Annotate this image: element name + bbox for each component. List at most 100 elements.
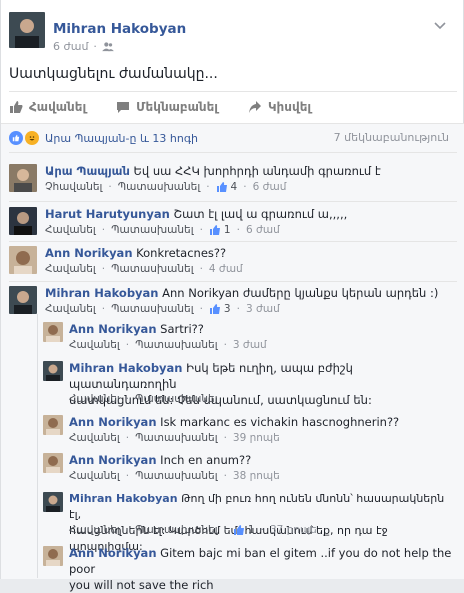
comment-like-link[interactable]: Հավանել: [45, 263, 96, 275]
comment-reply-link[interactable]: Պատասխանել: [111, 224, 193, 236]
avatar[interactable]: [43, 453, 63, 473]
comment-label: Մեկնաբանել: [136, 100, 218, 114]
comment-author[interactable]: Mihran Hakobyan: [69, 361, 183, 375]
divider: [9, 201, 457, 202]
comment-author[interactable]: Ann Norikyan: [45, 246, 133, 260]
dot-separator: ·: [93, 40, 97, 53]
avatar[interactable]: [43, 546, 63, 566]
reactions-summary[interactable]: Արա Պապյան-ը և 13 հոգի 7 մեկնաբանություն: [9, 131, 457, 145]
comment-time[interactable]: 3 ժամ: [246, 303, 280, 315]
comment-like-link[interactable]: Հավանել: [69, 524, 120, 536]
dot-separator: ·: [125, 339, 130, 351]
avatar[interactable]: [9, 164, 37, 192]
comment-like-link[interactable]: Հավանել: [69, 393, 120, 405]
comments-section: Արա Պապյան-ը և 13 հոգի 7 մեկնաբանություն…: [1, 123, 464, 592]
comment-like-link[interactable]: Հավանել: [45, 303, 96, 315]
reply-item: Ann Norikyan Sartri?? Հավանել · Պատասխան…: [43, 320, 457, 354]
comment-time[interactable]: 6 ժամ: [253, 181, 287, 193]
like-count-value: 4: [230, 181, 238, 193]
comment-reply-link[interactable]: Պատասխանել: [118, 181, 200, 193]
reply-item: Ann Norikyan Isk markanc es vichakin has…: [43, 413, 457, 447]
comment-time[interactable]: 37 րոպե: [270, 524, 317, 536]
comment-like-count[interactable]: 3: [209, 303, 231, 315]
avatar[interactable]: [9, 246, 37, 274]
dot-separator: ·: [206, 181, 210, 193]
share-arrow-icon: [249, 101, 261, 113]
dot-separator: ·: [236, 224, 240, 236]
comment-like-link[interactable]: Հավանել: [69, 470, 120, 482]
comment-actions: Հավանել · Պատասխանել · 4 ժամ: [45, 263, 243, 275]
comment-text: Շատ էլ լավ ա գրառում ա,,,,,: [173, 207, 348, 221]
comment-item: Mihran Hakobyan Ann Norikyan ժամերը կյան…: [9, 284, 457, 320]
avatar[interactable]: [43, 361, 63, 381]
comment-reply-link[interactable]: Պատասխանել: [135, 339, 217, 351]
thumbs-up-icon: [209, 225, 220, 235]
post-timestamp[interactable]: 6 ժամ: [53, 40, 88, 53]
comment-text: Sartri??: [160, 322, 204, 336]
comment-author[interactable]: Mihran Hakobyan: [69, 492, 178, 505]
comment-like-count[interactable]: 4: [216, 181, 238, 193]
comment-author[interactable]: Mihran Hakobyan: [45, 286, 159, 300]
reply-body: Ann Norikyan Sartri??: [69, 321, 449, 337]
comment-author[interactable]: Ann Norikyan: [69, 453, 157, 467]
comment-reply-link[interactable]: Պատասխանել: [111, 303, 193, 315]
comment-reply-link[interactable]: Պատասխանել: [135, 524, 217, 536]
friends-audience-icon[interactable]: [102, 41, 114, 52]
comment-text-line2: you will not save the rich: [69, 578, 214, 592]
avatar[interactable]: [9, 286, 37, 314]
reply-item: Mihran Hakobyan Իսկ եթե ուղիղ, ապա բժիշկ…: [43, 359, 457, 407]
comment-actions: Հավանել · Պատասխանել · 1 · 6 ժամ: [45, 224, 280, 236]
post-text: Սատկացնելու ժամանակը...: [9, 66, 218, 82]
comment-time[interactable]: 4 ժամ: [209, 263, 243, 275]
comment-like-link[interactable]: Հավանել: [69, 432, 120, 444]
dot-separator: ·: [125, 524, 130, 536]
avatar[interactable]: [43, 415, 63, 435]
comment-like-count[interactable]: 1: [233, 524, 255, 536]
comment-reply-link[interactable]: Պատասխանել: [135, 393, 217, 405]
comment-time[interactable]: 39 րոպե: [233, 432, 280, 444]
share-label: Կիսվել: [268, 100, 312, 114]
comment-author[interactable]: Ann Norikyan: [69, 415, 157, 429]
avatar[interactable]: [43, 492, 63, 512]
like-count-value: 1: [223, 224, 231, 236]
dot-separator: ·: [125, 470, 130, 482]
chevron-down-icon[interactable]: [433, 18, 447, 32]
share-button[interactable]: Կիսվել: [248, 100, 311, 114]
avatar[interactable]: [9, 207, 37, 235]
reply-thread-line: [37, 314, 38, 578]
comment-body: Ann Norikyan Konkretacnes??: [45, 245, 445, 261]
post-card: Mihran Hakobyan 6 ժամ · Սատկացնելու ժամա…: [0, 0, 464, 592]
comment-author[interactable]: Արա Պապյան: [45, 164, 130, 178]
comment-text: Isk markanc es vichakin hascnoghnerin??: [160, 415, 400, 429]
dot-separator: ·: [125, 393, 130, 405]
comment-time[interactable]: 3 ժամ: [233, 339, 267, 351]
comment-button[interactable]: Մեկնաբանել: [116, 100, 218, 114]
comment-reply-link[interactable]: Պատասխանել: [111, 263, 193, 275]
comment-time[interactable]: 38 րոպե: [233, 470, 280, 482]
reactions-summary-text[interactable]: Արա Պապյան-ը և 13 հոգի: [45, 132, 198, 145]
comment-reply-link[interactable]: Պատասխանել: [135, 470, 217, 482]
comment-like-link[interactable]: Հավանել: [45, 224, 96, 236]
dot-separator: ·: [223, 339, 227, 351]
comment-count[interactable]: 7 մեկնաբանություն: [334, 131, 449, 144]
like-button[interactable]: Հավանել: [9, 100, 86, 114]
comment-item: Harut Harutyunyan Շատ էլ լավ ա գրառում ա…: [9, 205, 457, 241]
comment-text: Ann Norikyan ժամերը կյանքս կերան արդեն :…: [162, 286, 439, 300]
dot-separator: ·: [236, 303, 240, 315]
comment-actions: Չհավանել · Պատասխանել · 4 · 6 ժամ: [45, 181, 286, 193]
comment-reply-link[interactable]: Պատասխանել: [135, 432, 217, 444]
author-avatar[interactable]: [9, 12, 45, 48]
comment-actions: Հավանել · Պատասխանել: [69, 393, 218, 405]
comment-like-link[interactable]: Հավանել: [69, 339, 120, 351]
comment-author[interactable]: Ann Norikyan: [69, 546, 157, 560]
post-author-name[interactable]: Mihran Hakobyan: [53, 21, 186, 37]
comment-like-link[interactable]: Չհավանել: [45, 181, 102, 193]
comment-author[interactable]: Ann Norikyan: [69, 322, 157, 336]
dot-separator: ·: [101, 224, 106, 236]
comment-like-count[interactable]: 1: [209, 224, 231, 236]
comment-time[interactable]: 6 ժամ: [246, 224, 280, 236]
avatar[interactable]: [43, 322, 63, 342]
comment-author[interactable]: Harut Harutyunyan: [45, 207, 170, 221]
dot-separator: ·: [108, 181, 112, 193]
dot-separator: ·: [199, 303, 203, 315]
